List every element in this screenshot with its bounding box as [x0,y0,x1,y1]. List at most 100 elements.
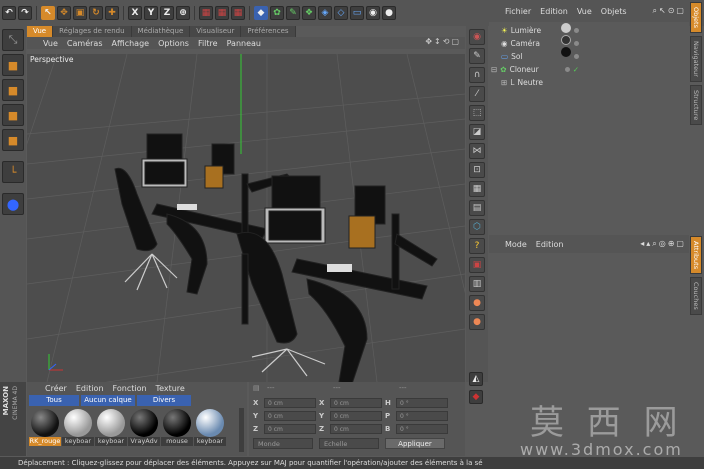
deformer-icon[interactable]: ◈ [318,6,332,20]
size-y-field[interactable]: 0 cm [330,410,382,421]
render-region-icon[interactable]: ◉ [469,29,485,45]
material-sphere-icon-2[interactable]: ● [469,314,485,330]
object-row-null[interactable]: ⊞ L Neutre [489,76,579,89]
tab-objects[interactable]: Objets [690,2,702,33]
rotation-p-field[interactable]: 0 ° [396,410,448,421]
floor-icon[interactable]: ▭ [350,6,364,20]
spline-icon[interactable]: ✎ [286,6,300,20]
workplane-icon[interactable]: ⬡ [469,219,485,235]
brush-icon[interactable]: ✎ [469,48,485,64]
scene-icon[interactable]: ◇ [334,6,348,20]
scale-tool-icon[interactable]: ▣ [73,6,87,20]
light-tag-icon[interactable] [561,23,571,33]
select-arrow-icon[interactable]: ↖ [41,6,55,20]
position-x-field[interactable]: 0 cm [264,397,316,408]
edges-mode-icon[interactable]: ■ [2,129,24,151]
menu-cameras[interactable]: Caméras [67,39,103,48]
menu-file[interactable]: Fichier [505,7,531,16]
tab-preferences[interactable]: Préférences [241,26,296,37]
move-scene-icon[interactable]: ◭ [469,372,483,386]
viewport-nav-icons[interactable]: ✥↕⟲▢ [425,37,461,46]
menu-edit[interactable]: Edition [76,384,104,393]
menu-filter[interactable]: Filtre [198,39,218,48]
tab-media-library[interactable]: Médiathèque [131,26,191,37]
generator-icon[interactable]: ❖ [302,6,316,20]
menu-options[interactable]: Options [158,39,189,48]
light-bulb-icon[interactable]: ● [382,6,396,20]
bevel-icon[interactable]: ◪ [469,124,485,140]
tab-browser[interactable]: Navigateur [690,35,702,82]
weld-icon[interactable]: ⊡ [469,162,485,178]
filter-all[interactable]: Tous [29,395,79,406]
undo-icon[interactable]: ↶ [2,6,16,20]
scale-mode-select[interactable]: Echelle [319,438,379,449]
camera-icon[interactable]: ◉ [366,6,380,20]
tab-attributes[interactable]: Attributs [690,236,702,275]
menu-texture[interactable]: Texture [156,384,185,393]
tab-view[interactable]: Vue [27,26,54,37]
polygons-mode-icon[interactable]: └ [2,161,24,183]
floor-tag-icon[interactable] [561,47,571,57]
position-y-field[interactable]: 0 cm [264,410,316,421]
x-axis-lock-button[interactable]: X [128,6,142,20]
filter-no-layer[interactable]: Aucun calque [81,395,135,406]
object-search-icons[interactable]: ⌕↖⊙▢ [653,6,686,16]
magnet-icon[interactable]: ∩ [469,67,485,83]
material-item[interactable]: RK_rouge [29,409,61,446]
rotation-b-field[interactable]: 0 ° [396,423,448,434]
nurbs-icon[interactable]: ✿ [270,6,284,20]
size-x-field[interactable]: 0 cm [330,397,382,408]
attributes-nav-icons[interactable]: ◂▴⌕◎⊕▢ [640,239,686,249]
viewport-canvas[interactable]: Perspective [27,54,465,382]
menu-edit[interactable]: Edition [540,7,568,16]
material-item[interactable]: keyboar [62,409,94,446]
timeline-icon[interactable]: ▥ [469,276,485,292]
camera-tag-icon[interactable] [561,35,571,45]
filter-misc[interactable]: Divers [137,395,191,406]
rotate-tool-icon[interactable]: ↻ [89,6,103,20]
redo-icon[interactable]: ↷ [18,6,32,20]
menu-view[interactable]: Vue [43,39,58,48]
coordinate-mode-select[interactable]: Monde [253,438,313,449]
knife-icon[interactable]: ⁄ [469,86,485,102]
visibility-dot[interactable] [564,67,570,72]
render-picture-icon[interactable]: ▦ [215,6,229,20]
apply-button[interactable]: Appliquer [385,438,445,449]
render-view-icon[interactable]: ▦ [199,6,213,20]
z-axis-lock-button[interactable]: Z [160,6,174,20]
tab-structure[interactable]: Structure [690,84,702,126]
help-icon[interactable]: ? [469,238,485,254]
cube-primitive-icon[interactable]: ◆ [254,6,268,20]
tab-render-settings[interactable]: Réglages de rendu [53,26,132,37]
transform-icon[interactable]: ◆ [469,390,483,404]
model-mode-icon[interactable]: ■ [2,54,24,76]
material-item[interactable]: mouse [161,409,193,446]
object-mode-icon[interactable]: ■ [2,79,24,101]
menu-objects[interactable]: Objets [601,7,627,16]
menu-edit[interactable]: Edition [536,240,564,249]
extrude-icon[interactable]: ⬚ [469,105,485,121]
record-icon[interactable]: ▣ [469,257,485,273]
tab-viewer[interactable]: Visualiseur [190,26,242,37]
make-editable-icon[interactable]: ⤡ [2,29,24,51]
bridge-icon[interactable]: ⋈ [469,143,485,159]
menu-mode[interactable]: Mode [505,240,527,249]
enabled-check-icon[interactable]: ✓ [573,65,579,74]
grid-icon[interactable]: ▤ [469,200,485,216]
add-tool-icon[interactable]: ✚ [105,6,119,20]
menu-panel[interactable]: Panneau [227,39,261,48]
menu-view[interactable]: Vue [577,7,592,16]
size-z-field[interactable]: 0 cm [330,423,382,434]
material-sphere-icon[interactable]: ● [469,295,485,311]
coordinate-system-icon[interactable]: ⊕ [176,6,190,20]
snap-icon[interactable]: ▦ [469,181,485,197]
render-settings-icon[interactable]: ▦ [231,6,245,20]
materials-scrollbar[interactable] [239,408,244,452]
material-item[interactable]: keyboar [194,409,226,446]
y-axis-lock-button[interactable]: Y [144,6,158,20]
points-mode-icon[interactable]: ■ [2,104,24,126]
position-z-field[interactable]: 0 cm [264,423,316,434]
expand-toggle-icon[interactable]: ⊟ [491,65,497,74]
menu-display[interactable]: Affichage [111,39,149,48]
move-tool-icon[interactable]: ✥ [57,6,71,20]
